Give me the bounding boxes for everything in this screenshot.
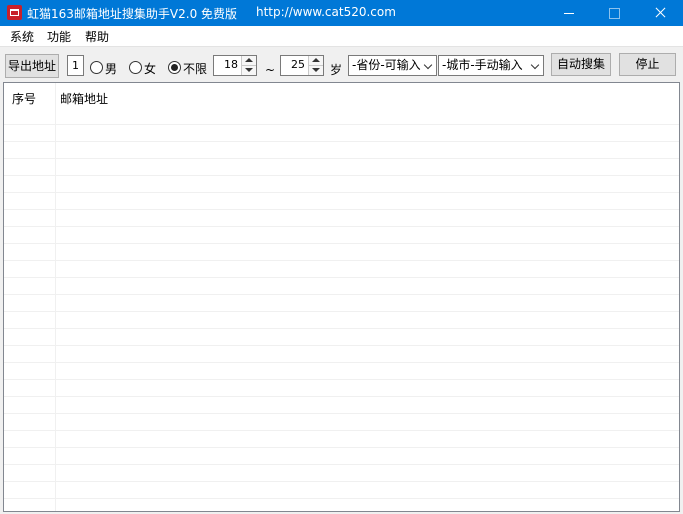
row-gridline [4, 124, 679, 125]
maximize-icon[interactable] [591, 0, 637, 26]
row-gridline [4, 362, 679, 363]
city-select-value: -城市-手动输入 [442, 58, 523, 72]
row-gridline [4, 430, 679, 431]
row-gridline [4, 260, 679, 261]
row-gridline [4, 192, 679, 193]
chevron-down-icon[interactable] [423, 60, 433, 70]
menu-separator [0, 46, 683, 47]
column-header-email[interactable]: 邮箱地址 [60, 90, 108, 107]
spin-up-icon[interactable] [245, 58, 253, 62]
age-min-value: 18 [224, 58, 238, 71]
column-header-index[interactable]: 序号 [12, 90, 36, 107]
title-bar: 虹猫163邮箱地址搜集助手V2.0 免费版 http://www.cat520.… [0, 0, 683, 26]
row-gridline [4, 328, 679, 329]
age-range-separator: ~ [265, 63, 276, 77]
gender-female-radio[interactable] [129, 61, 142, 74]
gender-male-label: 男 [105, 62, 118, 76]
spin-down-icon[interactable] [312, 68, 320, 72]
row-gridline [4, 209, 679, 210]
row-gridline [4, 379, 679, 380]
row-gridline [4, 396, 679, 397]
row-gridline [4, 311, 679, 312]
row-gridline [4, 464, 679, 465]
minimize-icon[interactable] [546, 0, 592, 26]
window-url: http://www.cat520.com [256, 5, 396, 19]
age-max-value: 25 [291, 58, 305, 71]
age-unit-label: 岁 [330, 63, 343, 77]
city-select[interactable]: -城市-手动输入 [438, 55, 544, 76]
close-icon[interactable] [637, 0, 683, 26]
export-button[interactable]: 导出地址 [5, 54, 59, 78]
chevron-down-icon[interactable] [530, 60, 540, 70]
window-title: 虹猫163邮箱地址搜集助手V2.0 免费版 [27, 7, 238, 21]
row-gridline [4, 481, 679, 482]
gender-any-radio[interactable] [168, 61, 181, 74]
page-input[interactable]: 1 [67, 55, 84, 76]
gender-female-label: 女 [144, 62, 157, 76]
row-gridline [4, 141, 679, 142]
age-max-spin-buttons[interactable] [308, 56, 323, 75]
row-gridline [4, 175, 679, 176]
row-gridline [4, 226, 679, 227]
age-max-stepper[interactable]: 25 [280, 55, 324, 76]
row-gridline [4, 413, 679, 414]
row-gridline [4, 158, 679, 159]
menu-help[interactable]: 帮助 [85, 28, 109, 45]
row-gridline [4, 277, 679, 278]
menu-system[interactable]: 系统 [10, 28, 34, 45]
menu-bar: 系统 功能 帮助 [0, 26, 683, 46]
menu-function[interactable]: 功能 [47, 28, 71, 45]
province-select-value: -省份-可输入 [352, 58, 421, 72]
row-gridline [4, 447, 679, 448]
gender-any-label: 不限 [183, 62, 208, 76]
age-min-spin-buttons[interactable] [241, 56, 256, 75]
spin-down-icon[interactable] [245, 68, 253, 72]
row-gridline [4, 294, 679, 295]
province-select[interactable]: -省份-可输入 [348, 55, 437, 76]
age-min-stepper[interactable]: 18 [213, 55, 257, 76]
row-gridline [4, 498, 679, 499]
gender-male-radio[interactable] [90, 61, 103, 74]
row-gridline [4, 345, 679, 346]
row-gridline [4, 243, 679, 244]
email-list[interactable]: 序号 邮箱地址 [3, 82, 680, 512]
spin-up-icon[interactable] [312, 58, 320, 62]
stop-button[interactable]: 停止 [619, 53, 676, 76]
auto-collect-button[interactable]: 自动搜集 [551, 53, 611, 76]
app-icon [7, 5, 22, 20]
